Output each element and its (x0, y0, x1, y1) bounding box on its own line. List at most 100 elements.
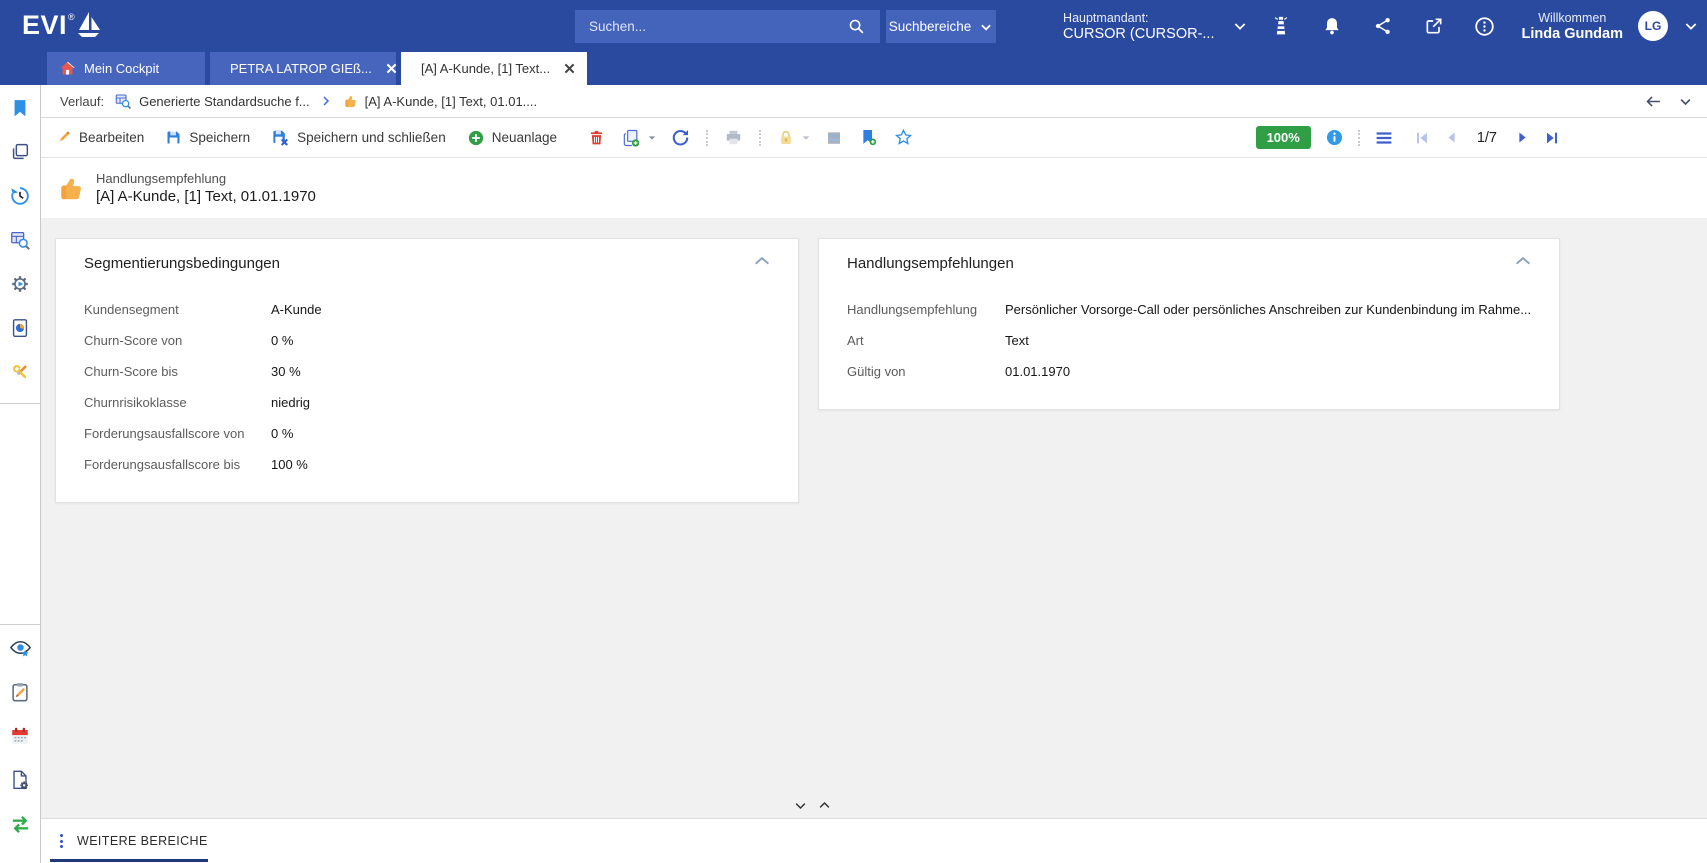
field-value: 0 % (271, 426, 293, 441)
copy-add-icon[interactable] (621, 128, 641, 148)
field-label: Churn-Score bis (84, 364, 271, 379)
edit-button[interactable]: Bearbeiten (55, 129, 144, 146)
first-page-icon[interactable] (1414, 130, 1430, 146)
breadcrumb-chevron-icon (320, 95, 332, 107)
page-indicator: 1/7 (1477, 130, 1497, 146)
home-icon (59, 60, 76, 77)
breadcrumb-item-label: [A] A-Kunde, [1] Text, 01.01.... (365, 94, 537, 109)
field-row: Art Text (847, 325, 1531, 356)
print-icon[interactable] (724, 128, 743, 147)
previous-page-icon[interactable] (1444, 130, 1459, 145)
main-client-selector[interactable]: Hauptmandant: CURSOR (CURSOR-... (1063, 10, 1214, 42)
calendar-icon[interactable] (7, 723, 33, 749)
save-and-close-button[interactable]: Speichern und schließen (271, 128, 446, 147)
clipboard-edit-icon[interactable] (7, 679, 33, 705)
delete-trash-icon[interactable] (588, 129, 605, 147)
pages-copy-icon[interactable] (7, 139, 33, 165)
info-icon[interactable] (1325, 128, 1344, 147)
chevron-down-icon[interactable] (1683, 18, 1699, 34)
breadcrumb: Verlauf: Generierte Standardsuche f... [… (41, 85, 1707, 118)
toolbar-divider (1358, 130, 1360, 146)
back-arrow-icon[interactable] (1645, 93, 1662, 110)
save-button[interactable]: Speichern (165, 129, 250, 146)
table-rows-icon[interactable] (825, 129, 843, 147)
avatar[interactable]: LG (1638, 11, 1668, 41)
save-close-icon (271, 128, 290, 147)
bookmark-icon[interactable] (7, 95, 33, 121)
field-label: Churnrisikoklasse (84, 395, 271, 410)
collapse-chevron-icon[interactable] (1515, 255, 1531, 266)
main-client-value: CURSOR (CURSOR-... (1063, 26, 1214, 42)
field-row: Gültig von 01.01.1970 (847, 356, 1531, 387)
left-sidebar (0, 85, 41, 863)
field-value: A-Kunde (271, 302, 322, 317)
panel-scroll-controls (793, 798, 832, 813)
breadcrumb-item-search[interactable]: Generierte Standardsuche f... (114, 92, 310, 110)
history-clock-icon[interactable] (7, 183, 33, 209)
tab-mein-cockpit[interactable]: Mein Cockpit (47, 52, 205, 85)
tab-petra-latrop[interactable]: PETRA LATROP GIEß... (210, 52, 396, 85)
copy-dropdown-caret-icon[interactable] (647, 133, 657, 143)
more-areas-label[interactable]: WEITERE BEREICHE (77, 834, 208, 848)
save-label: Speichern (189, 130, 250, 145)
tab-a-kunde-active[interactable]: [A] A-Kunde, [1] Text... (401, 52, 587, 85)
notifications-bell-icon[interactable] (1314, 8, 1350, 44)
search-scope-button[interactable]: Suchbereiche (886, 10, 996, 43)
scroll-up-chevron-icon[interactable] (817, 798, 832, 813)
field-row: Kundensegment A-Kunde (84, 294, 770, 325)
recommendation-hand-icon (55, 173, 85, 203)
process-gear-icon[interactable] (7, 271, 33, 297)
chevron-down-icon[interactable] (1678, 94, 1693, 109)
active-section-underline (50, 859, 208, 862)
save-floppy-icon (165, 129, 182, 146)
toolbar-divider (759, 130, 761, 146)
topbar: EVI ® Suchbereiche Hauptmandant: CURSOR … (0, 0, 1707, 52)
share-icon[interactable] (1365, 8, 1401, 44)
report-chart-icon[interactable] (7, 315, 33, 341)
swap-sync-icon[interactable] (7, 811, 33, 837)
lock-dropdown-caret-icon[interactable] (801, 133, 811, 143)
more-options-icon[interactable] (1467, 8, 1503, 44)
main-client-label: Hauptmandant: (1063, 10, 1214, 26)
record-entity-label: Handlungsempfehlung (96, 170, 316, 188)
bookmark-add-icon[interactable] (859, 128, 878, 147)
completeness-badge: 100% (1256, 126, 1311, 149)
panel-segmentierungsbedingungen: Segmentierungsbedingungen Kundensegment … (55, 238, 799, 503)
save-close-label: Speichern und schließen (297, 130, 446, 145)
search-icon[interactable] (848, 18, 865, 35)
last-page-icon[interactable] (1544, 130, 1560, 146)
refresh-icon[interactable] (671, 128, 690, 147)
chevron-down-icon[interactable] (1232, 18, 1248, 34)
sidebar-divider (0, 624, 40, 625)
breadcrumb-item-record[interactable]: [A] A-Kunde, [1] Text, 01.01.... (342, 93, 537, 109)
close-icon[interactable] (386, 63, 397, 74)
plus-circle-icon (467, 129, 485, 147)
watch-favorite-eye-icon[interactable] (7, 635, 33, 661)
menu-hamburger-icon[interactable] (1374, 128, 1394, 148)
field-label: Forderungsausfallscore von (84, 426, 271, 441)
field-row: Churn-Score bis 30 % (84, 356, 770, 387)
field-row: Churnrisikoklasse niedrig (84, 387, 770, 418)
favorite-star-icon[interactable] (894, 128, 913, 147)
welcome-label: Willkommen (1522, 10, 1624, 26)
collapse-chevron-icon[interactable] (754, 255, 770, 266)
more-areas-menu-icon[interactable] (60, 834, 63, 848)
lock-icon[interactable] (777, 129, 795, 147)
bottom-bar: WEITERE BEREICHE (41, 818, 1707, 863)
next-page-icon[interactable] (1515, 130, 1530, 145)
panel-title: Segmentierungsbedingungen (84, 255, 770, 272)
document-settings-icon[interactable] (7, 767, 33, 793)
open-external-icon[interactable] (1416, 8, 1452, 44)
record-toolbar: Bearbeiten Speichern Speichern und schli… (41, 118, 1707, 158)
scroll-down-chevron-icon[interactable] (793, 798, 808, 813)
close-icon[interactable] (564, 63, 575, 74)
saved-search-icon[interactable] (7, 227, 33, 253)
search-input[interactable] (575, 10, 880, 43)
lighthouse-icon[interactable] (1263, 8, 1299, 44)
panel-handlungsempfehlungen: Handlungsempfehlungen Handlungsempfehlun… (818, 238, 1560, 410)
tools-icon[interactable] (7, 359, 33, 385)
new-record-button[interactable]: Neuanlage (467, 129, 557, 147)
tab-bar: Mein Cockpit PETRA LATROP GIEß... [A] A-… (0, 52, 1707, 85)
tab-label: [A] A-Kunde, [1] Text... (421, 61, 550, 76)
history-label: Verlauf: (60, 94, 104, 109)
